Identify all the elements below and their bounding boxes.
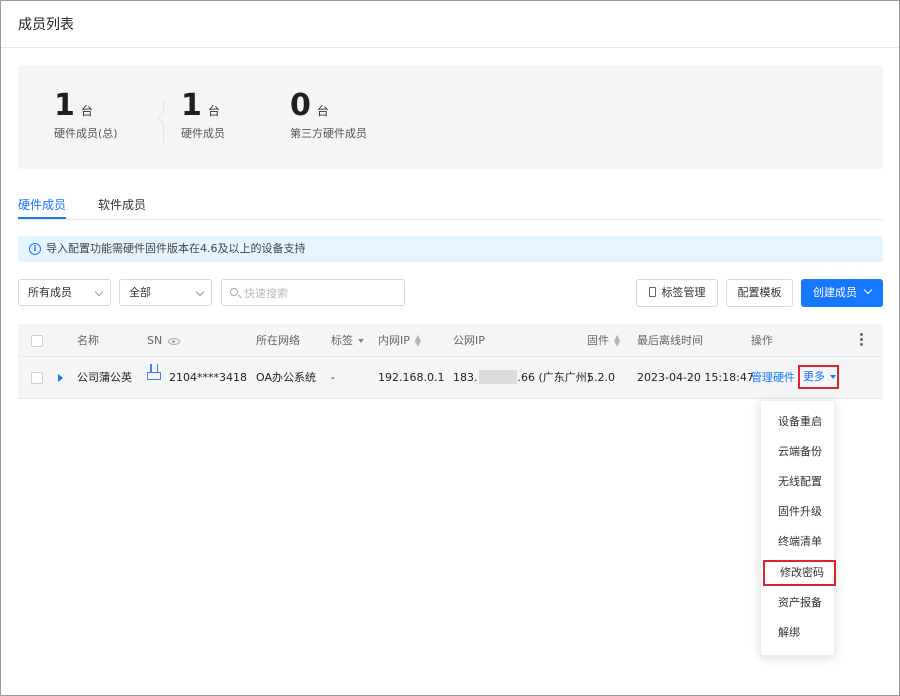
stat-hardware: 1台 硬件成员: [181, 89, 225, 141]
router-icon: [147, 364, 161, 380]
cell-network: OA办公系统: [256, 371, 316, 384]
expand-row-icon[interactable]: [58, 374, 63, 382]
menu-item-firmware-upgrade[interactable]: 固件升级: [761, 499, 836, 525]
stat-total-hardware: 1台 硬件成员(总): [54, 89, 118, 141]
tab-hardware-members[interactable]: 硬件成员: [18, 196, 67, 219]
menu-item-change-password[interactable]: 修改密码: [763, 560, 836, 586]
select-all-checkbox[interactable]: [31, 335, 43, 347]
cell-lan-ip: 192.168.0.1: [378, 371, 445, 384]
page-title: 成员列表: [18, 17, 74, 33]
more-actions-button[interactable]: 更多: [798, 365, 839, 389]
column-header-sn-label: SN: [147, 334, 163, 347]
stat-value: 1: [181, 88, 202, 123]
stat-label: 硬件成员(总): [54, 127, 118, 140]
member-type-value: 所有成员: [28, 286, 72, 299]
tab-software-members[interactable]: 软件成员: [98, 196, 146, 219]
column-settings-icon[interactable]: [860, 333, 863, 348]
stat-label: 第三方硬件成员: [290, 127, 367, 140]
create-member-button[interactable]: 创建成员: [801, 279, 883, 307]
manage-hardware-link[interactable]: 管理硬件: [751, 357, 795, 399]
row-checkbox[interactable]: [31, 372, 43, 384]
cell-tag: -: [331, 371, 335, 384]
column-header-lan-ip-label: 内网IP: [378, 334, 410, 347]
stat-divider-notch: [157, 112, 169, 124]
public-ip-suffix: .66 (广东广州): [517, 371, 592, 384]
sort-icon: ▲ ▼: [614, 333, 621, 348]
menu-item-unbind[interactable]: 解绑: [761, 620, 836, 646]
stat-value: 0: [290, 88, 311, 123]
search-box: [221, 279, 405, 306]
stat-unit: 台: [207, 104, 220, 118]
tag-manage-label: 标签管理: [661, 286, 706, 299]
column-header-name: 名称: [77, 334, 99, 347]
table-header: 名称 SN 所在网络 标签 内网IP ▲ ▼ 公网IP 固件 ▲ ▼ 最后离线时间 操作: [18, 324, 883, 357]
column-header-network: 所在网络: [256, 334, 300, 347]
stat-value: 1: [54, 88, 75, 123]
column-header-actions: 操作: [751, 334, 773, 347]
chevron-down-icon: [195, 287, 205, 297]
public-ip-prefix: 183.: [453, 371, 478, 384]
config-template-button[interactable]: 配置模板: [726, 279, 793, 307]
search-input[interactable]: [244, 285, 394, 301]
cell-sn-value: 2104****3418: [169, 371, 247, 384]
column-header-last-offline: 最后离线时间: [637, 334, 703, 347]
member-type-select[interactable]: 所有成员: [18, 279, 111, 306]
notice-banner: i 导入配置功能需硬件固件版本在4.6及以上的设备支持: [18, 236, 883, 262]
summary-panel: 1台 硬件成员(总) 1台 硬件成员 0台 第三方硬件成员: [18, 65, 883, 169]
member-tabs: 硬件成员 软件成员: [18, 196, 883, 220]
menu-item-cloud-backup[interactable]: 云端备份: [761, 439, 836, 465]
info-icon: i: [29, 243, 41, 255]
eye-icon[interactable]: [168, 337, 181, 345]
stat-label: 硬件成员: [181, 127, 225, 140]
more-actions-label: 更多: [803, 370, 825, 383]
tag-icon: [648, 287, 656, 297]
tag-manage-button[interactable]: 标签管理: [636, 279, 718, 307]
redacted-mask: [478, 370, 517, 384]
caret-down-icon: [830, 375, 836, 379]
column-header-lan-ip[interactable]: 内网IP ▲ ▼: [378, 324, 421, 357]
column-header-public-ip: 公网IP: [453, 334, 485, 347]
search-icon: [230, 288, 238, 296]
column-header-tag-label: 标签: [331, 334, 353, 347]
table-row: 公司蒲公英 2104****3418 OA办公系统 - 192.168.0.1 …: [18, 357, 883, 399]
column-header-tag[interactable]: 标签: [331, 324, 364, 357]
cell-last-offline: 2023-04-20 15:18:47: [637, 371, 754, 384]
title-divider: [1, 47, 899, 48]
stat-third-party-hardware: 0台 第三方硬件成员: [290, 89, 367, 141]
cell-public-ip: 183. .66 (广东广州): [453, 357, 591, 399]
cell-name: 公司蒲公英: [77, 371, 132, 384]
scope-value: 全部: [129, 286, 151, 299]
stat-unit: 台: [80, 104, 93, 118]
column-header-sn: SN: [147, 324, 181, 357]
chevron-down-icon: [863, 285, 873, 295]
column-header-firmware-label: 固件: [587, 334, 609, 347]
more-actions-menu: 设备重启 云端备份 无线配置 固件升级 终端清单 修改密码 资产报备 解绑: [760, 400, 836, 656]
menu-item-reboot[interactable]: 设备重启: [761, 409, 836, 435]
scope-select[interactable]: 全部: [119, 279, 212, 306]
filter-caret-icon: [358, 339, 364, 343]
stat-unit: 台: [316, 104, 329, 118]
create-member-label: 创建成员: [813, 286, 857, 299]
sort-icon: ▲ ▼: [414, 333, 422, 348]
menu-item-terminal-list[interactable]: 终端清单: [761, 529, 836, 555]
cell-firmware: 5.2.0: [587, 371, 615, 384]
cell-sn: 2104****3418: [147, 357, 247, 399]
chevron-down-icon: [94, 287, 104, 297]
column-header-firmware[interactable]: 固件 ▲ ▼: [587, 324, 620, 357]
notice-text: 导入配置功能需硬件固件版本在4.6及以上的设备支持: [46, 242, 306, 255]
menu-item-wireless-config[interactable]: 无线配置: [761, 469, 836, 495]
menu-item-asset-report[interactable]: 资产报备: [761, 590, 836, 616]
